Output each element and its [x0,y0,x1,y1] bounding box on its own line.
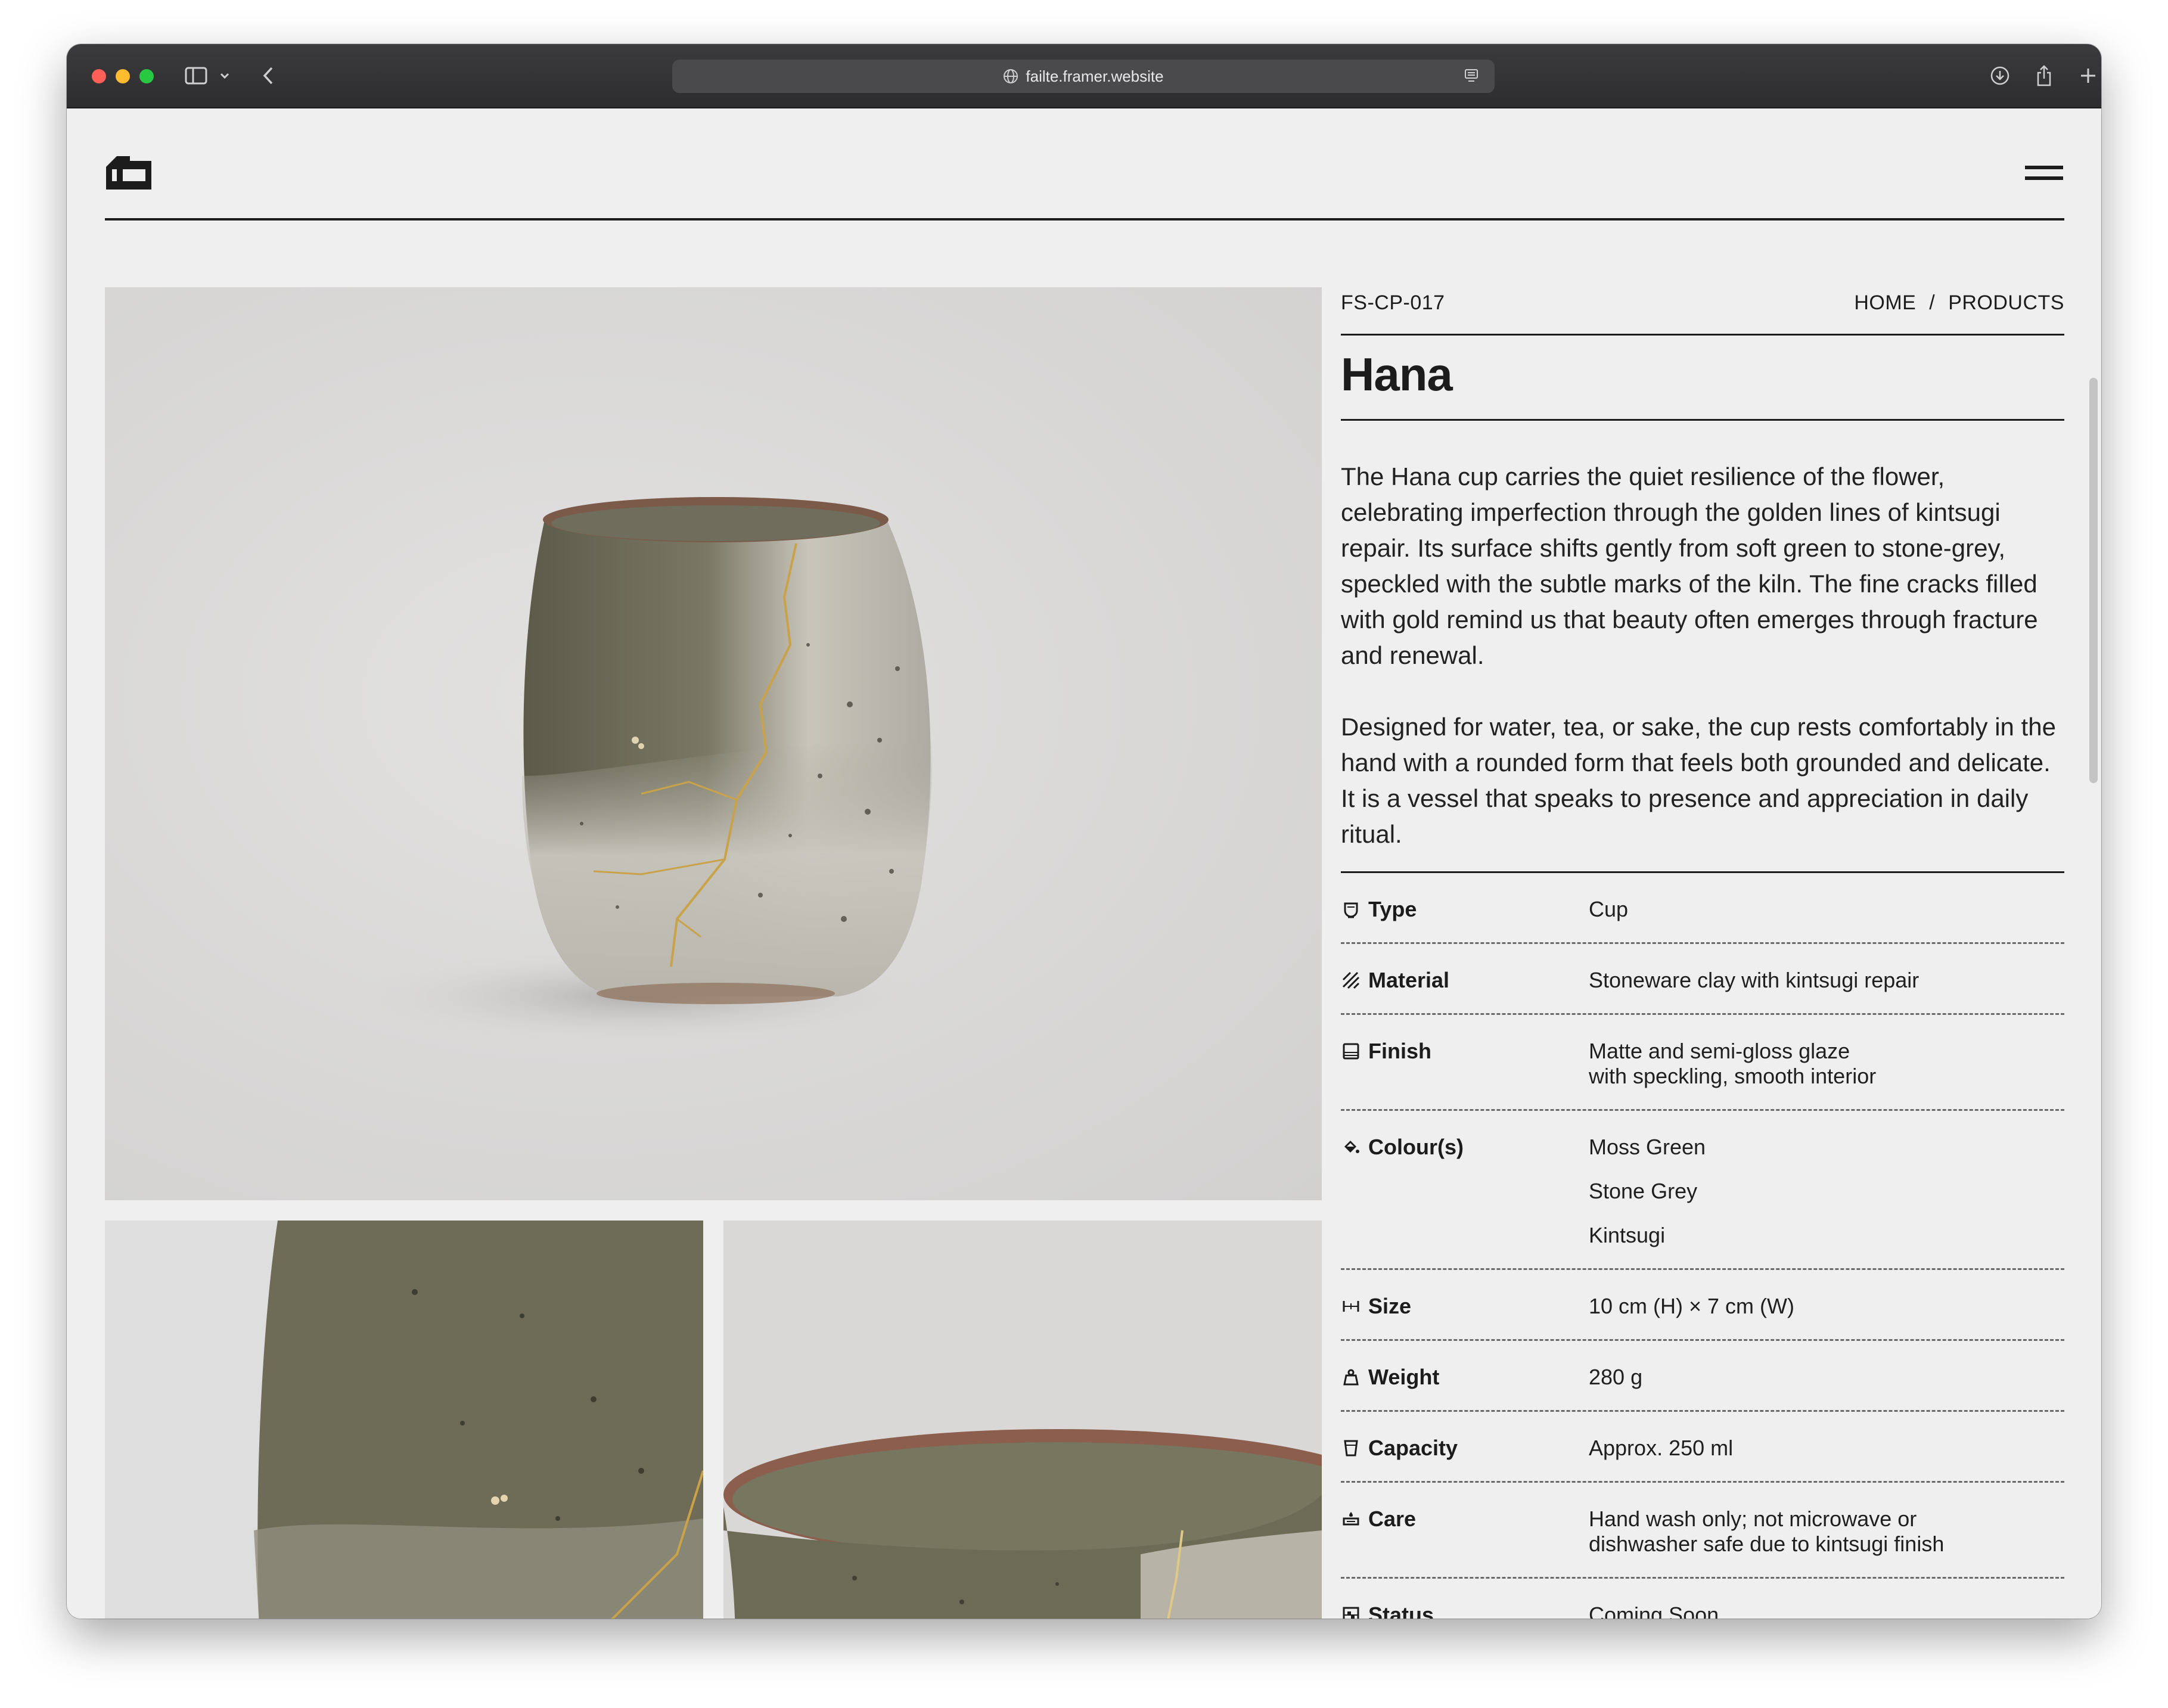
ruler-icon [1342,1297,1360,1315]
maximize-window-button[interactable] [139,69,154,83]
spec-label-capacity: Capacity [1368,1436,1458,1460]
spec-value-capacity: Approx. 250 ml [1589,1436,1734,1460]
glass-icon [1342,1439,1360,1457]
spec-label-colours: Colour(s) [1368,1135,1464,1159]
browser-window: failte.framer.website FS-CP-017 HOME / P… [67,44,2101,1619]
finish-line: Matte and semi-gloss glaze [1589,1039,1850,1063]
description-paragraph: Designed for water, tea, or sake, the cu… [1341,713,2056,848]
spec-value-type: Cup [1589,897,1629,921]
cup-icon [1342,900,1360,918]
care-line: Hand wash only; not microwave or [1589,1507,1917,1531]
spec-row-status: Status Coming Soon [1341,1579,2064,1619]
product-description: The Hana cup carries the quiet resilienc… [1341,459,2064,871]
spec-value-material: Stoneware clay with kintsugi repair [1589,968,1919,992]
spec-value-size: 10 cm (H) × 7 cm (W) [1589,1294,1795,1318]
globe-icon [1003,69,1018,84]
header-divider [105,218,2064,221]
spec-label-type: Type [1368,897,1417,921]
spec-label-status: Status [1368,1603,1434,1619]
spec-row-capacity: Capacity Approx. 250 ml [1341,1412,2064,1483]
minimize-window-button[interactable] [116,69,130,83]
product-photo-main[interactable] [105,287,1322,1200]
spec-row-care: Care Hand wash only; not microwave or di… [1341,1483,2064,1579]
back-arrow-icon[interactable] [256,44,280,107]
spec-value-finish: Matte and semi-gloss glaze with specklin… [1589,1039,2064,1089]
spec-row-size: Size 10 cm (H) × 7 cm (W) [1341,1270,2064,1341]
product-photo-detail-side[interactable] [105,1221,703,1619]
spec-label-finish: Finish [1368,1039,1431,1063]
page-scrollbar[interactable] [2089,378,2098,783]
product-code: FS-CP-017 [1341,291,1445,314]
spec-label-care: Care [1368,1507,1417,1531]
spec-row-type: Type Cup [1341,873,2064,944]
spec-row-finish: Finish Matte and semi-gloss glaze with s… [1341,1015,2064,1111]
browser-toolbar: failte.framer.website [67,44,2101,108]
finish-line: with speckling, smooth interior [1589,1064,1877,1088]
finish-icon [1342,1042,1360,1060]
hamburger-menu-icon[interactable] [2025,166,2063,184]
spec-table: Type Cup Material Stoneware clay with ki… [1341,873,2064,1619]
spec-row-weight: Weight 280 g [1341,1341,2064,1412]
spec-value-colours: Moss Green Stone Grey Kintsugi [1589,1135,2064,1248]
hatch-icon [1342,971,1360,989]
hand-wash-icon [1342,1510,1360,1528]
description-paragraph: The Hana cup carries the quiet resilienc… [1341,462,2038,669]
breadcrumb: HOME / PRODUCTS [1854,291,2064,315]
product-info-panel: FS-CP-017 HOME / PRODUCTS Hana The Hana … [1341,287,2064,1619]
colour-item: Stone Grey [1589,1179,1698,1203]
paint-bucket-icon [1342,1138,1360,1156]
chevron-down-icon[interactable] [217,44,232,107]
care-line: dishwasher safe due to kintsugi finish [1589,1532,1945,1556]
page-content: FS-CP-017 HOME / PRODUCTS Hana The Hana … [67,108,2101,1619]
colour-item: Moss Green [1589,1135,1706,1159]
spec-label-weight: Weight [1368,1365,1440,1389]
weight-icon [1342,1368,1360,1386]
download-icon[interactable] [1988,44,2012,107]
spec-value-care: Hand wash only; not microwave or dishwas… [1589,1507,2064,1557]
spec-label-size: Size [1368,1294,1412,1318]
address-bar[interactable]: failte.framer.website [672,60,1495,93]
spec-value-weight: 280 g [1589,1365,1643,1389]
spec-value-status: Coming Soon [1589,1603,1719,1619]
status-icon [1342,1606,1360,1619]
breadcrumb-home-link[interactable]: HOME [1854,291,1916,314]
product-title: Hana [1341,348,1453,400]
breadcrumb-separator: / [1929,291,1936,314]
sidebar-toggle-icon[interactable] [181,44,211,107]
title-divider [1341,419,2064,421]
product-photo-detail-rim[interactable] [723,1221,1322,1619]
spec-row-colours: Colour(s) Moss Green Stone Grey Kintsugi [1341,1111,2064,1270]
house-logo-icon[interactable] [104,154,154,195]
breadcrumb-products-link[interactable]: PRODUCTS [1948,291,2064,314]
share-icon[interactable] [2032,44,2056,107]
spec-label-material: Material [1368,968,1450,992]
colour-item: Kintsugi [1589,1223,1666,1247]
new-tab-icon[interactable] [2076,44,2100,107]
spec-row-material: Material Stoneware clay with kintsugi re… [1341,944,2064,1015]
reader-mode-icon[interactable] [1464,68,1479,89]
close-window-button[interactable] [92,69,106,83]
url-text: failte.framer.website [1026,67,1164,85]
